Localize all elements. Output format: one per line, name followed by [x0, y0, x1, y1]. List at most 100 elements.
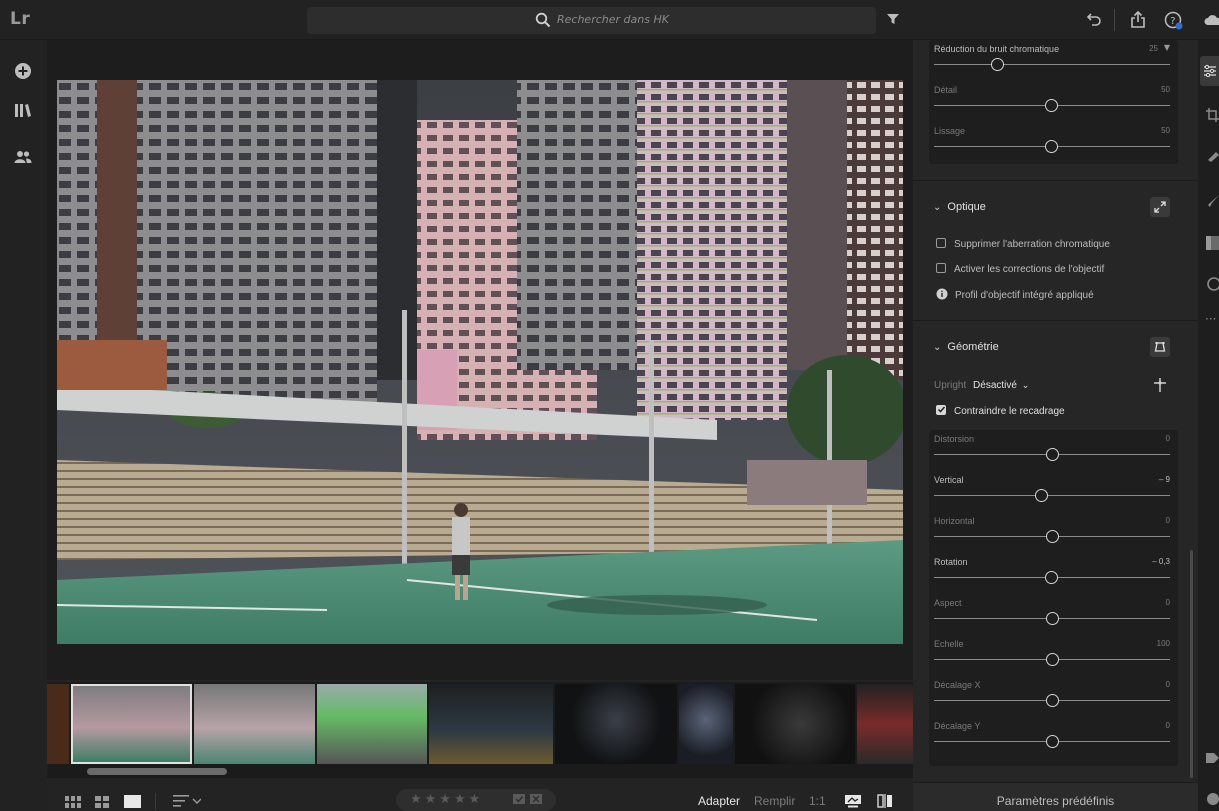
slider-detail[interactable]: Détail 50: [929, 81, 1178, 121]
sort-icon[interactable]: [173, 795, 201, 807]
geometry-guided-button[interactable]: [1150, 337, 1170, 357]
upright-dropdown[interactable]: Désactivé: [973, 380, 1017, 391]
fit-option-1-1[interactable]: 1:1: [809, 794, 826, 808]
share-icon[interactable]: [1130, 11, 1146, 29]
slider-rotation[interactable]: Rotation – 0,3: [929, 553, 1178, 593]
slider-knob[interactable]: [991, 58, 1004, 71]
filmstrip-thumb[interactable]: [429, 684, 553, 764]
checkmark-icon: [937, 406, 946, 413]
slider-knob[interactable]: [1045, 653, 1059, 666]
slider-distorsion[interactable]: Distorsion 0: [929, 430, 1178, 470]
slider-knob[interactable]: [1045, 99, 1058, 112]
add-photos-icon[interactable]: [14, 62, 32, 80]
filmstrip-thumb[interactable]: [194, 684, 315, 764]
left-rail: [0, 40, 47, 811]
geometry-header[interactable]: ⌄ Géométrie: [933, 341, 999, 353]
help-icon[interactable]: ?: [1164, 11, 1184, 31]
slider-label: Aspect: [934, 598, 962, 608]
slider-vertical[interactable]: Vertical – 9: [929, 471, 1178, 511]
before-after-icon[interactable]: [844, 794, 862, 808]
filmstrip-thumb-selected[interactable]: [71, 684, 192, 764]
brush-icon[interactable]: [1206, 195, 1219, 209]
slider-knob[interactable]: [1045, 140, 1058, 153]
people-icon[interactable]: [14, 150, 32, 164]
grid-view-icon[interactable]: [65, 796, 81, 808]
edit-tool-active[interactable]: [1200, 56, 1219, 86]
slider-knob[interactable]: [1034, 489, 1048, 502]
slider-knob[interactable]: [1045, 612, 1059, 625]
upright-label: Upright: [934, 380, 967, 391]
rating-stars[interactable]: ★★★★★: [396, 789, 556, 811]
expand-icon: [1154, 201, 1166, 213]
slider-smoothness[interactable]: Lissage 50: [929, 122, 1178, 162]
enable-profile-checkbox-row[interactable]: Activer les corrections de l'objectif: [936, 263, 1104, 275]
constrain-crop-checkbox[interactable]: [936, 405, 946, 415]
app-logo[interactable]: Lr: [10, 9, 30, 29]
edit-panel: Réduction du bruit chromatique 25 ▼ Déta…: [913, 40, 1198, 811]
section-divider: [913, 320, 1198, 321]
constrain-crop-row[interactable]: Contraindre le recadrage: [936, 405, 1065, 417]
filmstrip-thumb[interactable]: [555, 684, 677, 764]
filmstrip-thumb[interactable]: [47, 684, 69, 764]
slider-value: 50: [1161, 126, 1170, 135]
slider-aspect[interactable]: Aspect 0: [929, 594, 1178, 634]
detail-view-icon[interactable]: [124, 795, 141, 808]
slider-value: 100: [1156, 639, 1170, 648]
tag-icon[interactable]: [1206, 752, 1219, 764]
slider-chroma-noise[interactable]: Réduction du bruit chromatique 25 ▼: [929, 40, 1178, 80]
library-icon[interactable]: [14, 102, 32, 118]
slider-track[interactable]: [934, 64, 1170, 65]
slider-echelle[interactable]: Echelle 100: [929, 635, 1178, 675]
remove-ca-checkbox-row[interactable]: Supprimer l'aberration chromatique: [936, 238, 1110, 250]
slider-value: – 0,3: [1152, 557, 1170, 566]
radial-gradient-icon[interactable]: [1206, 277, 1219, 291]
optics-header[interactable]: ⌄ Optique: [933, 201, 986, 213]
filmstrip-thumb[interactable]: [679, 684, 733, 764]
filmstrip-thumb[interactable]: [857, 684, 913, 764]
chevron-down-icon[interactable]: ⌄: [1022, 380, 1030, 390]
slider-value: 0: [1165, 680, 1170, 689]
optics-expand-button[interactable]: [1150, 197, 1170, 217]
slider-knob[interactable]: [1045, 448, 1059, 461]
info-panel-icon[interactable]: [1206, 792, 1219, 806]
slider-knob[interactable]: [1045, 735, 1059, 748]
main-photo[interactable]: [57, 80, 903, 644]
guided-upright-icon[interactable]: [1152, 377, 1168, 393]
undo-icon[interactable]: [1086, 11, 1102, 27]
slider-horizontal[interactable]: Horizontal 0: [929, 512, 1178, 552]
remove-ca-checkbox[interactable]: [936, 238, 946, 248]
chevron-down-icon[interactable]: ▼: [1164, 43, 1170, 52]
filmstrip-scroll-thumb[interactable]: [87, 768, 227, 775]
panel-scrollbar[interactable]: [1190, 550, 1193, 778]
perspective-icon: [1154, 342, 1166, 352]
search-bar[interactable]: Rechercher dans HK: [307, 7, 876, 34]
reject-flag-icon[interactable]: [530, 794, 542, 806]
filmstrip-thumb[interactable]: [735, 684, 855, 764]
slider-value: 0: [1165, 721, 1170, 730]
slider-knob[interactable]: [1044, 571, 1058, 584]
compare-icon[interactable]: [877, 794, 893, 808]
fit-option-remplir[interactable]: Remplir: [754, 794, 795, 808]
linear-gradient-icon[interactable]: [1206, 236, 1219, 250]
pick-flag-icon[interactable]: [513, 794, 525, 806]
fit-option-adapter[interactable]: Adapter: [698, 794, 740, 808]
svg-text:?: ?: [1170, 16, 1175, 27]
slider-d-calage-x[interactable]: Décalage X 0: [929, 676, 1178, 716]
filmstrip-scrollbar[interactable]: [47, 766, 913, 778]
presets-button[interactable]: Paramètres prédéfinis: [913, 782, 1198, 811]
optics-title: Optique: [947, 201, 986, 213]
healing-icon[interactable]: [1206, 148, 1219, 162]
constrain-crop-label: Contraindre le recadrage: [954, 406, 1065, 417]
crop-icon[interactable]: [1206, 108, 1219, 122]
slider-d-calage-y[interactable]: Décalage Y 0: [929, 717, 1178, 757]
filter-icon[interactable]: [886, 13, 900, 25]
enable-profile-checkbox[interactable]: [936, 263, 946, 273]
slider-knob[interactable]: [1045, 530, 1059, 543]
filmstrip-thumb[interactable]: [317, 684, 427, 764]
slider-track[interactable]: [934, 495, 1170, 496]
more-icon[interactable]: ···: [1205, 312, 1216, 326]
star-rating[interactable]: ★★★★★: [410, 792, 483, 807]
slider-knob[interactable]: [1045, 694, 1059, 707]
square-grid-icon[interactable]: [95, 796, 109, 808]
cloud-icon[interactable]: [1204, 13, 1219, 27]
